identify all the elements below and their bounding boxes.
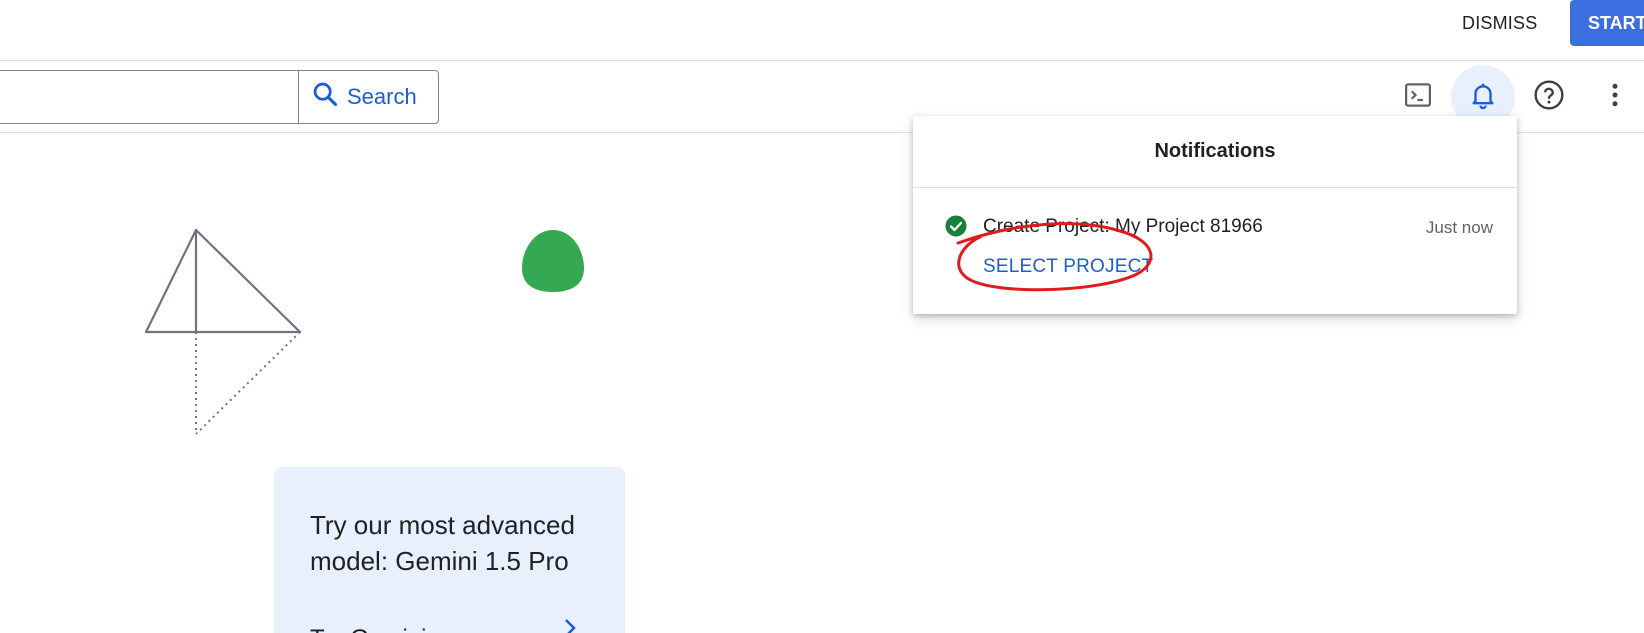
select-project-link[interactable]: SELECT PROJECT — [983, 256, 1153, 278]
search-divider — [298, 71, 299, 123]
dismiss-button[interactable]: DISMISS — [1448, 6, 1551, 40]
welcome-illustration — [140, 220, 310, 445]
search-button[interactable]: Search — [301, 71, 437, 123]
green-blob-shape — [520, 228, 586, 299]
gemini-promo-card[interactable]: Try our most advanced model: Gemini 1.5 … — [274, 467, 625, 633]
promo-link[interactable]: Try Gemini — [310, 625, 426, 633]
search-box: Search — [0, 70, 439, 124]
promo-title: Try our most advanced model: Gemini 1.5 … — [310, 510, 575, 576]
notification-item: Create Project: My Project 81966 Just no… — [913, 188, 1517, 312]
more-options-button[interactable] — [1583, 65, 1644, 129]
more-vert-icon — [1600, 80, 1630, 115]
notifications-bell-icon — [1468, 80, 1498, 115]
chevron-right-icon — [560, 618, 580, 633]
notifications-panel: Notifications Create Project: My Project… — [913, 116, 1517, 314]
help-icon — [1533, 79, 1565, 116]
search-input[interactable] — [0, 71, 297, 123]
start-button[interactable]: START — [1570, 0, 1644, 46]
terminal-icon — [1403, 80, 1433, 115]
search-icon — [311, 80, 339, 114]
notification-text: Create Project: My Project 81966 — [983, 216, 1263, 237]
notification-time: Just now — [1425, 218, 1493, 237]
check-circle-icon — [945, 215, 967, 242]
help-button[interactable] — [1517, 65, 1581, 129]
notifications-title: Notifications — [913, 116, 1517, 188]
search-button-label: Search — [347, 84, 417, 109]
top-banner: DISMISS START — [0, 0, 1644, 61]
